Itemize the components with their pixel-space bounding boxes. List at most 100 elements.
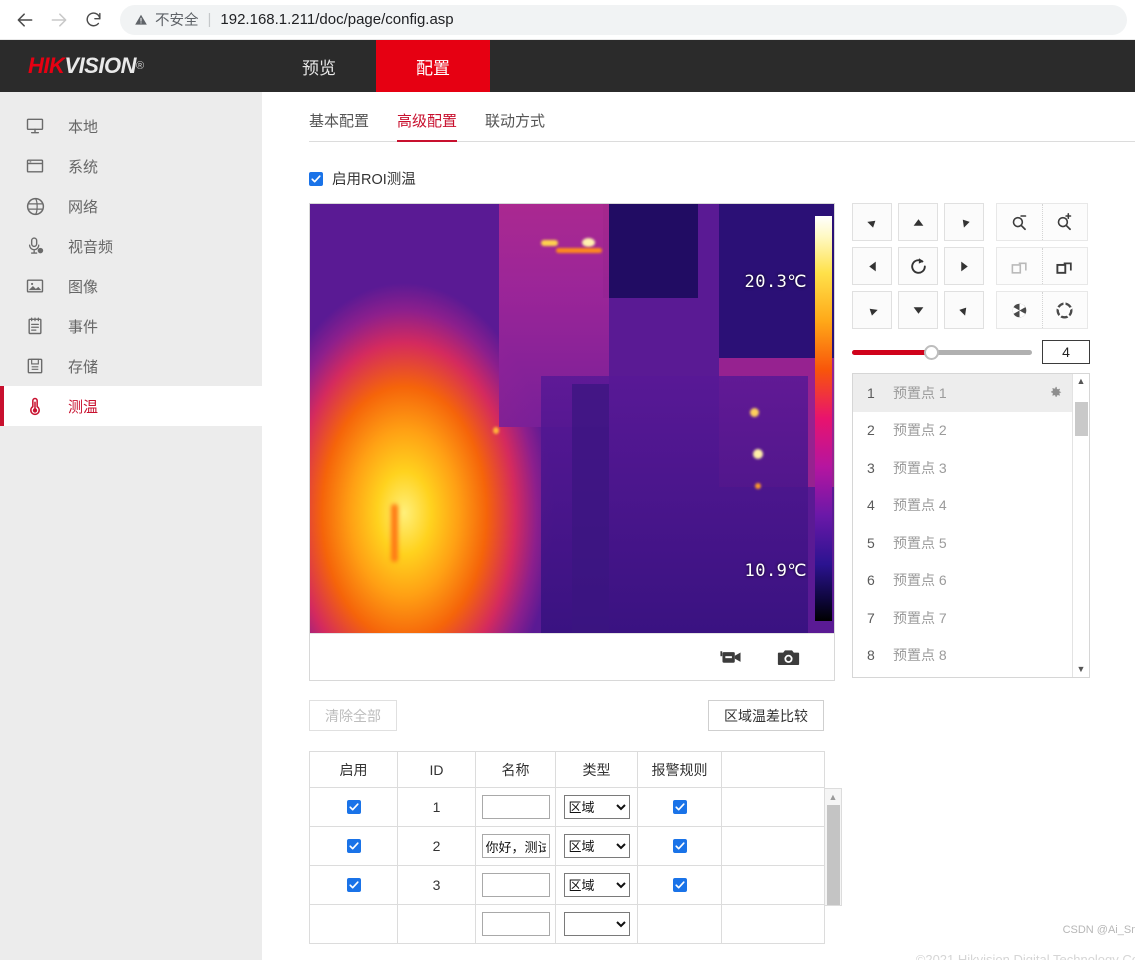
forward-button[interactable]	[42, 3, 76, 37]
browser-toolbar: 不安全 | 192.168.1.211/doc/page/config.asp	[0, 0, 1135, 40]
ptz-left-button[interactable]	[852, 247, 892, 285]
ptz-speed-slider[interactable]	[852, 344, 1032, 360]
roi-name-input[interactable]	[481, 834, 550, 858]
temperature-high-label: 20.3℃	[744, 272, 807, 292]
clear-all-label: 清除全部	[325, 707, 381, 724]
roi-name-input[interactable]	[481, 912, 550, 936]
cell-type: 区域	[555, 826, 638, 866]
preset-row[interactable]: 8 预置点 8	[853, 637, 1072, 675]
slider-handle[interactable]	[924, 344, 940, 360]
thermal-video-view[interactable]: 20.3℃ 10.9℃	[310, 204, 834, 633]
table-header-row: 启用 ID 名称 类型 报警规则	[309, 751, 825, 788]
preset-scrollbar[interactable]: ▲ ▼	[1072, 374, 1089, 677]
preset-row[interactable]: 1 预置点 1	[853, 374, 1072, 412]
arrow-left-icon	[17, 12, 33, 27]
cell-enable	[309, 787, 398, 827]
sidebar-item-network[interactable]: 网络	[0, 186, 262, 226]
row-enable-checkbox[interactable]	[346, 839, 361, 853]
table-body: 1 区域 2 你好，测试 区域 3 区域	[309, 787, 825, 944]
iris-close-button[interactable]	[997, 292, 1042, 328]
sidebar-item-video-audio[interactable]: 视音频	[0, 226, 262, 266]
scroll-up-icon[interactable]: ▲	[829, 789, 838, 802]
clear-all-button[interactable]: 清除全部	[309, 700, 397, 731]
check-icon	[674, 803, 685, 811]
thermometer-icon	[24, 395, 46, 417]
ptz-right-button[interactable]	[944, 247, 984, 285]
scroll-up-icon[interactable]: ▲	[1077, 377, 1086, 386]
check-icon	[348, 842, 359, 850]
table-head: 启用 ID 名称 类型 报警规则	[309, 751, 825, 788]
preset-row[interactable]: 7 预置点 7	[853, 599, 1072, 637]
preset-row[interactable]: 2 预置点 2	[853, 412, 1072, 450]
zoom-out-icon	[1012, 214, 1027, 230]
table-scrollbar[interactable]: ▲	[825, 788, 842, 906]
thermal-hotspot	[750, 407, 760, 417]
warning-triangle-icon	[135, 14, 147, 25]
roi-name-input[interactable]	[481, 795, 550, 819]
ptz-speed-value[interactable]: 4	[1042, 340, 1090, 364]
ptz-function-grid	[996, 203, 1088, 329]
ptz-up-right-button[interactable]	[944, 203, 984, 241]
watermark: CSDN @Ai_Smith	[1062, 924, 1135, 936]
reload-button[interactable]	[76, 3, 110, 37]
region-temp-compare-button[interactable]: 区域温差比较	[708, 700, 824, 731]
ptz-down-right-button[interactable]	[944, 291, 984, 329]
roi-type-select[interactable]: 区域	[563, 873, 630, 897]
sidebar-item-local[interactable]: 本地	[0, 106, 262, 146]
ptz-panel: 4 1 预置点 1 2 预置点 2 3 预置点 3 4 预置点 4 5 预置点 …	[852, 203, 1090, 681]
preset-name: 预置点 8	[893, 647, 947, 664]
roi-name-input[interactable]	[481, 873, 550, 897]
iris-open-button[interactable]	[1043, 292, 1088, 328]
ptz-auto-scan-button[interactable]	[898, 247, 938, 285]
cell-id: 1	[397, 787, 476, 827]
row-alarm-checkbox[interactable]	[672, 839, 687, 853]
roi-type-select[interactable]: 区域	[563, 834, 630, 858]
preset-row[interactable]: 3 预置点 3	[853, 449, 1072, 487]
row-alarm-checkbox[interactable]	[672, 800, 687, 814]
roi-type-select[interactable]: 区域	[563, 795, 630, 819]
scroll-down-icon[interactable]: ▼	[1077, 665, 1086, 674]
sidebar-item-storage[interactable]: 存储	[0, 346, 262, 386]
focus-near-button[interactable]	[997, 248, 1042, 284]
tab-advanced-config[interactable]: 高级配置	[397, 110, 458, 142]
tab-linkage-method[interactable]: 联动方式	[485, 110, 545, 142]
address-bar[interactable]: 不安全 | 192.168.1.211/doc/page/config.asp	[120, 4, 1127, 35]
zoom-control	[996, 203, 1088, 241]
focus-far-icon	[1056, 261, 1072, 274]
scrollbar-thumb[interactable]	[1074, 402, 1088, 436]
ptz-down-button[interactable]	[898, 291, 938, 329]
preset-row[interactable]: 5 预置点 5	[853, 524, 1072, 562]
sidebar-item-thermometry[interactable]: 测温	[0, 386, 262, 426]
gear-icon[interactable]	[1048, 385, 1063, 400]
preset-row[interactable]: 4 预置点 4	[853, 487, 1072, 525]
header-tab-preview[interactable]: 预览	[262, 40, 376, 92]
header-tab-config[interactable]: 配置	[376, 40, 490, 92]
row-alarm-checkbox[interactable]	[672, 878, 687, 892]
row-enable-checkbox[interactable]	[346, 878, 361, 892]
record-button[interactable]	[720, 648, 743, 666]
snapshot-button[interactable]	[777, 648, 800, 667]
column-header-blank	[721, 751, 825, 788]
focus-far-button[interactable]	[1043, 248, 1088, 284]
preset-index: 5	[867, 534, 875, 551]
back-button[interactable]	[8, 3, 42, 37]
row-enable-checkbox[interactable]	[346, 800, 361, 814]
zoom-out-button[interactable]	[997, 204, 1042, 240]
cell-id	[397, 904, 476, 944]
tab-basic-config[interactable]: 基本配置	[309, 110, 369, 142]
ptz-down-left-button[interactable]	[852, 291, 892, 329]
slider-fill	[852, 349, 932, 355]
sidebar-item-image[interactable]: 图像	[0, 266, 262, 306]
preset-row[interactable]: 6 预置点 6	[853, 562, 1072, 600]
sidebar-item-event[interactable]: 事件	[0, 306, 262, 346]
sidebar-item-system[interactable]: 系统	[0, 146, 262, 186]
enable-roi-checkbox[interactable]	[309, 171, 323, 186]
zoom-in-button[interactable]	[1043, 204, 1088, 240]
scrollbar-thumb[interactable]	[826, 805, 840, 905]
ptz-up-left-button[interactable]	[852, 203, 892, 241]
roi-type-select[interactable]	[563, 912, 630, 936]
sidebar-item-thermometry-label: 测温	[68, 398, 99, 416]
ptz-up-button[interactable]	[898, 203, 938, 241]
preset-name: 预置点 7	[893, 609, 947, 626]
cell-enable	[309, 865, 398, 905]
